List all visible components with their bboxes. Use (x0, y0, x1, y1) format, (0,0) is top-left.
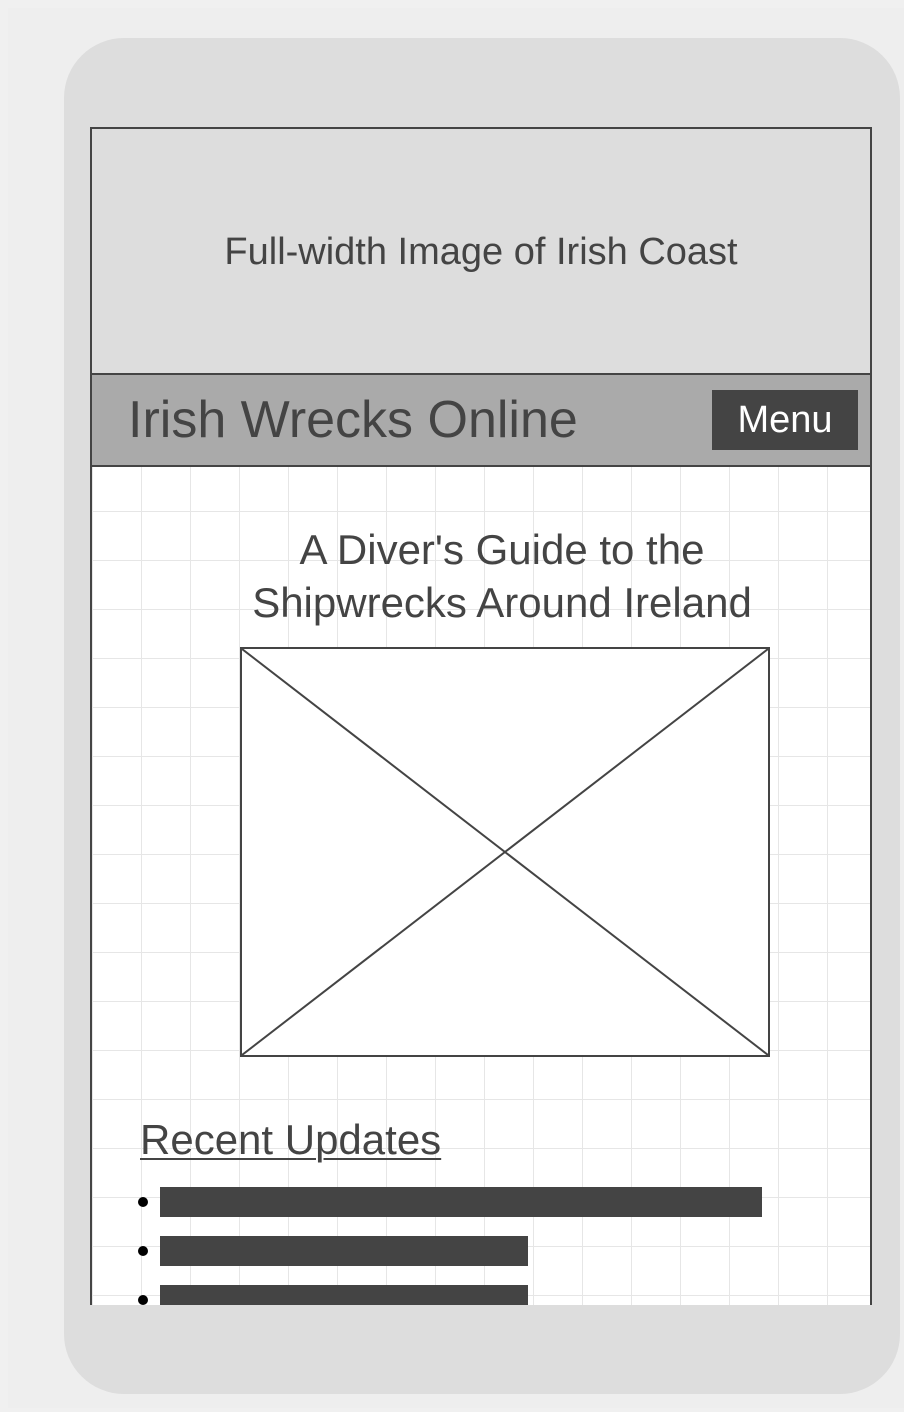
image-placeholder-icon (242, 649, 768, 1055)
page-tagline: A Diver's Guide to the Shipwrecks Around… (252, 526, 752, 626)
recent-updates-link[interactable]: Recent Updates (140, 1116, 441, 1164)
hero-image-placeholder: Full-width Image of Irish Coast (92, 129, 870, 375)
update-text-placeholder (160, 1187, 762, 1217)
hero-image-label: Full-width Image of Irish Coast (224, 230, 738, 273)
update-text-placeholder (160, 1236, 528, 1266)
site-title[interactable]: Irish Wrecks Online (128, 390, 578, 450)
update-item[interactable] (92, 1187, 870, 1217)
menu-button[interactable]: Menu (712, 390, 858, 450)
update-item[interactable] (92, 1285, 870, 1305)
site-header: Irish Wrecks Online Menu (92, 375, 870, 467)
bullet-icon (138, 1295, 148, 1305)
content-image-placeholder (240, 647, 770, 1057)
phone-screen: Full-width Image of Irish Coast Irish Wr… (90, 127, 872, 1305)
bullet-icon (138, 1246, 148, 1256)
bullet-icon (138, 1197, 148, 1207)
update-item[interactable] (92, 1236, 870, 1266)
update-text-placeholder (160, 1285, 528, 1305)
